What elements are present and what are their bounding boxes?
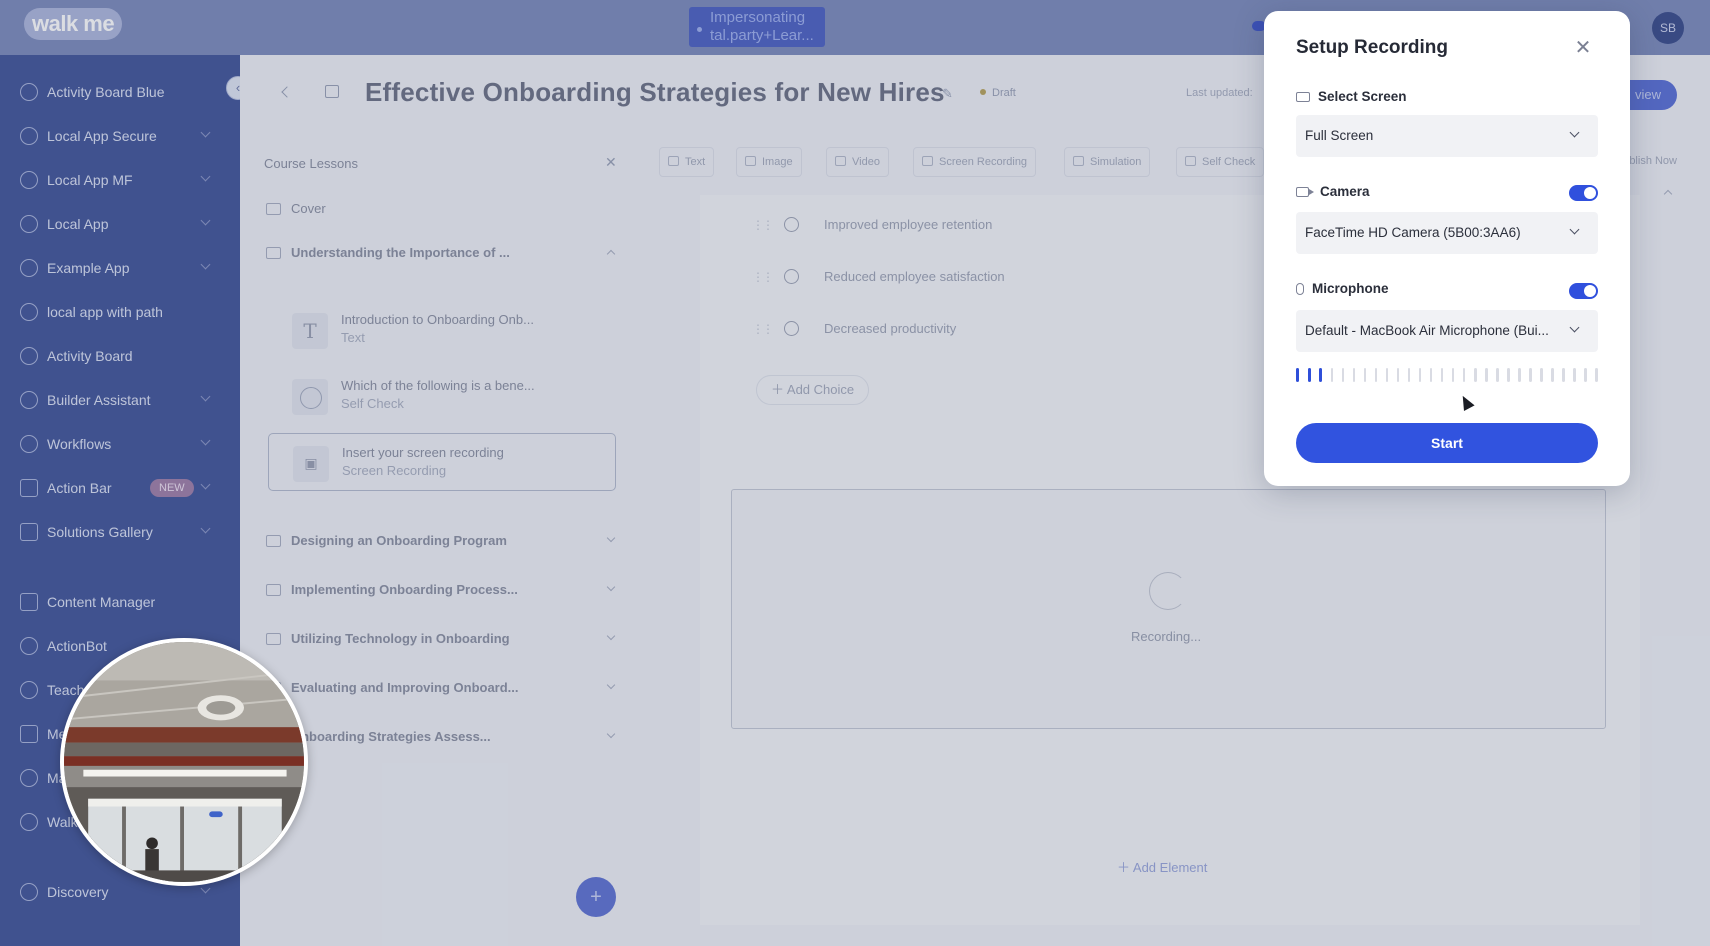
monitor-icon: [1296, 91, 1310, 102]
level-bar: [1440, 368, 1444, 382]
camera-select[interactable]: FaceTime HD Camera (5B00:3AA6): [1296, 212, 1598, 254]
level-bar: [1352, 368, 1356, 382]
microphone-icon: [1296, 282, 1304, 295]
screen-select[interactable]: Full Screen: [1296, 115, 1598, 157]
level-bar: [1319, 368, 1323, 382]
level-bar: [1418, 368, 1422, 382]
microphone-toggle[interactable]: [1569, 283, 1598, 299]
level-bar: [1529, 368, 1532, 382]
camera-label: Camera: [1296, 184, 1370, 199]
select-screen-label: Select Screen: [1296, 89, 1407, 104]
microphone-select[interactable]: Default - MacBook Air Microphone (Bui...: [1296, 310, 1598, 352]
level-bar: [1474, 368, 1477, 382]
microphone-label: Microphone: [1296, 281, 1389, 296]
chevron-down-icon: [1569, 224, 1580, 235]
level-bar: [1363, 368, 1367, 382]
camera-icon: [1296, 186, 1314, 197]
level-bar: [1518, 368, 1521, 382]
level-bar: [1296, 368, 1299, 382]
level-bar: [1374, 368, 1378, 382]
start-button[interactable]: Start: [1296, 423, 1598, 463]
level-bar: [1429, 368, 1433, 382]
level-bar: [1485, 368, 1488, 382]
level-bar: [1462, 368, 1466, 382]
level-bar: [1551, 368, 1554, 382]
level-bar: [1507, 368, 1510, 382]
level-bar: [1407, 368, 1411, 382]
level-bar: [1341, 368, 1345, 382]
webcam-feed-image: [64, 642, 304, 882]
level-bar: [1496, 368, 1499, 382]
level-bar: [1562, 368, 1565, 382]
level-bar: [1573, 368, 1576, 382]
level-bar: [1307, 368, 1311, 382]
level-bar: [1451, 368, 1455, 382]
level-bar: [1584, 368, 1587, 382]
chevron-down-icon: [1569, 322, 1580, 333]
level-bar: [1540, 368, 1543, 382]
level-bar: [1595, 368, 1598, 382]
level-bar: [1396, 368, 1400, 382]
level-bar: [1385, 368, 1389, 382]
webcam-preview[interactable]: [60, 638, 308, 886]
setup-recording-modal: Setup Recording ✕ Select Screen Full Scr…: [1264, 11, 1630, 486]
modal-title: Setup Recording: [1296, 37, 1449, 58]
level-bar: [1330, 368, 1334, 382]
chevron-down-icon: [1569, 127, 1580, 138]
camera-toggle[interactable]: [1569, 185, 1598, 201]
close-icon[interactable]: ✕: [1572, 37, 1594, 59]
microphone-level-meter: [1296, 368, 1598, 382]
